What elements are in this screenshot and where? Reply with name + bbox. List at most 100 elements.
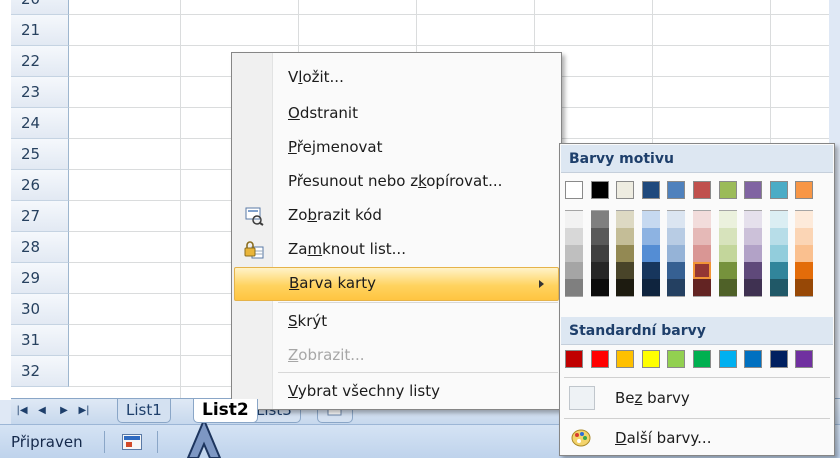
theme-shade-swatch[interactable] xyxy=(769,211,788,228)
theme-shade-swatch[interactable] xyxy=(616,211,635,228)
theme-shade-swatch[interactable] xyxy=(744,245,763,262)
theme-color-swatch[interactable] xyxy=(693,181,711,199)
more-colors-item[interactable]: Další barvy... xyxy=(561,420,833,456)
record-macro-icon[interactable] xyxy=(122,434,142,450)
theme-shade-swatch[interactable] xyxy=(590,262,609,279)
theme-shade-swatch[interactable] xyxy=(769,228,788,245)
theme-shade-swatch[interactable] xyxy=(616,245,635,262)
theme-color-swatch[interactable] xyxy=(718,181,737,199)
next-sheet-nav-icon[interactable]: ▶ xyxy=(57,403,71,419)
theme-shade-swatch[interactable] xyxy=(718,228,737,245)
row-header[interactable]: 26 xyxy=(11,170,69,201)
standard-color-swatch[interactable] xyxy=(667,350,686,368)
theme-shade-swatch[interactable] xyxy=(667,245,686,262)
theme-color-swatch[interactable] xyxy=(667,181,686,199)
theme-shade-swatch[interactable] xyxy=(693,228,711,245)
theme-shade-swatch[interactable] xyxy=(565,262,583,279)
theme-shade-swatch[interactable] xyxy=(667,228,686,245)
row-header[interactable]: 28 xyxy=(11,232,69,263)
menu-item-přejmenovat[interactable]: Přejmenovat xyxy=(234,131,559,165)
theme-shade-swatch[interactable] xyxy=(565,279,583,296)
theme-shade-swatch[interactable] xyxy=(718,245,737,262)
theme-shade-swatch[interactable] xyxy=(641,279,660,296)
menu-item-zamknout-list[interactable]: Zamknout list... xyxy=(234,233,559,267)
theme-shade-swatch[interactable] xyxy=(718,262,737,279)
theme-color-swatch[interactable] xyxy=(590,181,609,199)
theme-shade-swatch[interactable] xyxy=(718,279,737,296)
theme-shade-swatch[interactable] xyxy=(667,211,686,228)
standard-color-swatch[interactable] xyxy=(769,350,788,368)
menu-item-přesunout-nebo-zkopírovat[interactable]: Přesunout nebo zkopírovat... xyxy=(234,165,559,199)
row-header[interactable]: 30 xyxy=(11,294,69,325)
theme-shade-swatch[interactable] xyxy=(641,228,660,245)
theme-color-swatch[interactable] xyxy=(744,181,763,199)
sheet-tab-list2[interactable]: List2 xyxy=(193,399,258,423)
row-header[interactable]: 25 xyxy=(11,139,69,170)
theme-shade-swatch[interactable] xyxy=(795,211,814,228)
theme-shade-swatch[interactable] xyxy=(718,211,737,228)
row-header[interactable]: 22 xyxy=(11,46,69,77)
theme-shade-swatch[interactable] xyxy=(769,245,788,262)
theme-shade-swatch[interactable] xyxy=(641,262,660,279)
standard-color-swatch[interactable] xyxy=(641,350,660,368)
standard-color-swatch[interactable] xyxy=(718,350,737,368)
theme-shade-swatch[interactable] xyxy=(590,245,609,262)
menu-item-barva-karty[interactable]: Barva karty xyxy=(234,267,559,301)
theme-shade-swatch[interactable] xyxy=(693,279,711,296)
theme-shade-swatch[interactable] xyxy=(769,279,788,296)
theme-color-swatch[interactable] xyxy=(769,181,788,199)
row-header[interactable]: 29 xyxy=(11,263,69,294)
no-color-item[interactable]: Bez barvy xyxy=(561,380,833,416)
row-header[interactable]: 24 xyxy=(11,108,69,139)
theme-shade-swatch[interactable] xyxy=(616,279,635,296)
theme-color-swatch[interactable] xyxy=(641,181,660,199)
theme-shade-swatch[interactable] xyxy=(693,211,711,228)
theme-shade-swatch[interactable] xyxy=(565,228,583,245)
first-sheet-nav-icon[interactable]: |◀ xyxy=(15,403,29,419)
theme-shade-swatch[interactable] xyxy=(565,245,583,262)
row-header[interactable]: 21 xyxy=(11,15,69,46)
theme-shade-swatch[interactable] xyxy=(641,211,660,228)
theme-shade-swatch[interactable] xyxy=(795,262,814,279)
theme-shade-swatch[interactable] xyxy=(693,262,711,279)
theme-shade-swatch[interactable] xyxy=(795,228,814,245)
row-header[interactable]: 27 xyxy=(11,201,69,232)
prev-sheet-nav-icon[interactable]: ◀ xyxy=(35,403,49,419)
theme-shade-swatch[interactable] xyxy=(744,228,763,245)
menu-item-vložit[interactable]: Vložit... xyxy=(234,61,559,95)
theme-shade-swatch[interactable] xyxy=(590,279,609,296)
standard-color-swatch[interactable] xyxy=(693,350,711,368)
row-header[interactable]: 31 xyxy=(11,325,69,356)
standard-color-swatch[interactable] xyxy=(795,350,814,368)
theme-shade-swatch[interactable] xyxy=(769,262,788,279)
theme-color-swatch[interactable] xyxy=(616,181,635,199)
theme-shade-swatch[interactable] xyxy=(795,245,814,262)
row-header[interactable]: 32 xyxy=(11,356,69,387)
standard-color-swatch[interactable] xyxy=(744,350,763,368)
row-header[interactable]: 20 xyxy=(11,0,69,15)
theme-shade-swatch[interactable] xyxy=(590,228,609,245)
theme-shade-swatch[interactable] xyxy=(565,211,583,228)
theme-shade-swatch[interactable] xyxy=(744,262,763,279)
theme-shade-swatch[interactable] xyxy=(744,211,763,228)
menu-item-zobrazit-kód[interactable]: Zobrazit kód xyxy=(234,199,559,233)
standard-color-swatch[interactable] xyxy=(616,350,635,368)
theme-shade-swatch[interactable] xyxy=(795,279,814,296)
theme-shade-swatch[interactable] xyxy=(616,228,635,245)
menu-item-vybrat-všechny-listy[interactable]: Vybrat všechny listy xyxy=(234,375,559,409)
theme-shade-swatch[interactable] xyxy=(641,245,660,262)
theme-shade-swatch[interactable] xyxy=(693,245,711,262)
theme-color-swatch[interactable] xyxy=(795,181,814,199)
standard-color-swatch[interactable] xyxy=(590,350,609,368)
theme-shade-swatch[interactable] xyxy=(667,262,686,279)
theme-shade-swatch[interactable] xyxy=(744,279,763,296)
menu-item-odstranit[interactable]: Odstranit xyxy=(234,97,559,131)
theme-shade-swatch[interactable] xyxy=(590,211,609,228)
theme-shade-swatch[interactable] xyxy=(616,262,635,279)
menu-item-skrýt[interactable]: Skrýt xyxy=(234,305,559,339)
standard-color-swatch[interactable] xyxy=(565,350,583,368)
theme-shade-swatch[interactable] xyxy=(667,279,686,296)
last-sheet-nav-icon[interactable]: ▶| xyxy=(77,403,91,419)
theme-color-swatch[interactable] xyxy=(565,181,583,199)
row-header[interactable]: 23 xyxy=(11,77,69,108)
